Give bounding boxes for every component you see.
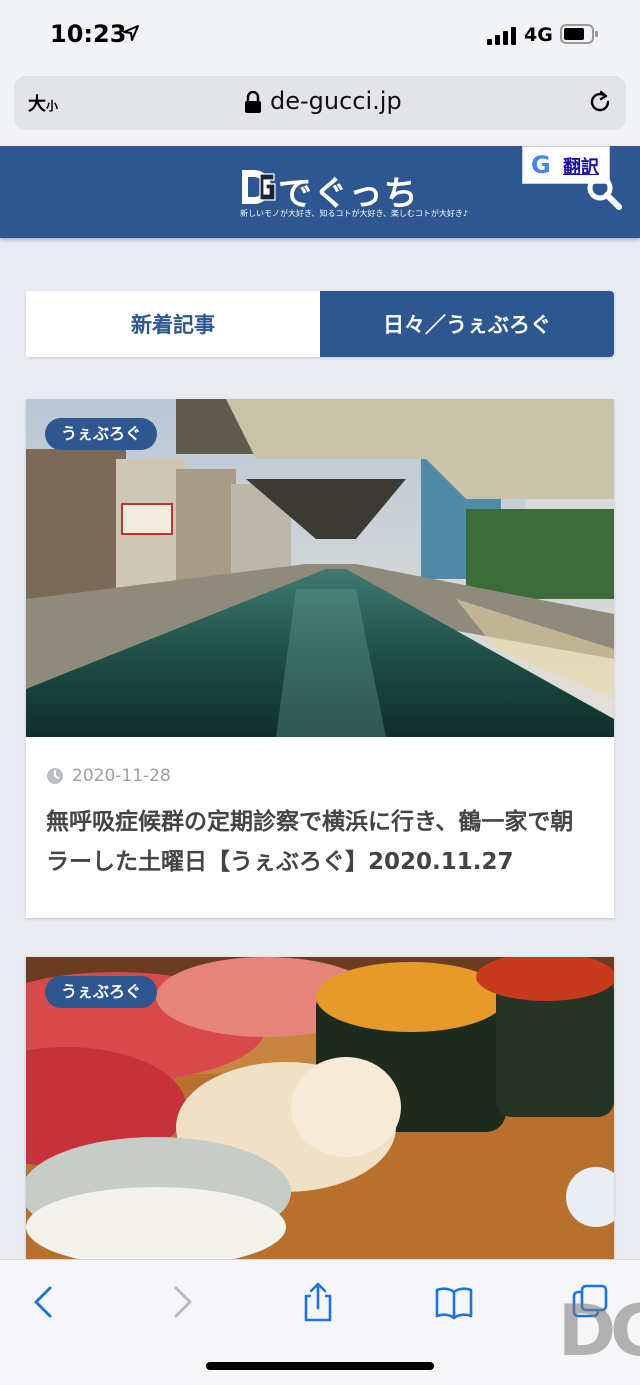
- article-title[interactable]: 無呼吸症候群の定期診察で横浜に行き、鶴一家で朝ラーした土曜日【うぇぶろぐ】202…: [46, 802, 594, 882]
- home-indicator[interactable]: [206, 1362, 434, 1370]
- text-size-large-label: 大: [28, 94, 46, 115]
- category-badge[interactable]: うぇぶろぐ: [45, 418, 158, 450]
- tab-daily-weblog[interactable]: 日々／うぇぶろぐ: [320, 291, 614, 357]
- article-date: 2020-11-28: [72, 766, 171, 786]
- site-header: でぐっち 新しいモノが大好き、知るコトが大好き、楽しむコトが大好き♪ G 翻訳: [0, 146, 640, 238]
- location-arrow-icon: [123, 25, 139, 41]
- text-size-button[interactable]: 大小: [28, 90, 58, 116]
- site-watermark-logo: DG: [558, 1290, 640, 1372]
- url-domain[interactable]: de-gucci.jp: [270, 87, 402, 115]
- category-tabs: 新着記事 日々／うぇぶろぐ: [26, 291, 614, 357]
- network-type: 4G: [524, 24, 553, 46]
- share-icon[interactable]: [298, 1282, 338, 1322]
- search-icon[interactable]: [586, 174, 622, 210]
- bookmarks-icon[interactable]: [434, 1282, 474, 1322]
- browser-address-area: 大小 de-gucci.jp: [0, 70, 640, 146]
- article-card[interactable]: うぇぶろぐ 2020-11-28 無呼吸症候群の定期診察で横浜に行き、鶴一家で朝…: [26, 399, 614, 918]
- category-badge[interactable]: うぇぶろぐ: [45, 976, 158, 1008]
- reload-icon[interactable]: [586, 88, 614, 116]
- status-bar: 10:23 4G: [0, 0, 640, 70]
- address-bar[interactable]: 大小 de-gucci.jp: [14, 76, 626, 130]
- lock-icon: [245, 91, 261, 113]
- cellular-signal-icon: [487, 27, 516, 45]
- article-date-row: 2020-11-28: [46, 764, 171, 788]
- forward-icon[interactable]: [162, 1282, 202, 1322]
- google-g-icon: G: [531, 151, 551, 179]
- battery-icon: [560, 24, 598, 44]
- text-size-small-label: 小: [46, 99, 59, 113]
- tab-new-articles[interactable]: 新着記事: [26, 291, 320, 357]
- status-time: 10:23: [50, 20, 127, 48]
- article-card[interactable]: うぇぶろぐ: [26, 957, 614, 1277]
- back-icon[interactable]: [24, 1282, 64, 1322]
- clock-icon: [47, 768, 63, 784]
- site-tagline: 新しいモノが大好き、知るコトが大好き、楽しむコトが大好き♪: [240, 209, 468, 218]
- site-logo-mark[interactable]: [240, 168, 276, 206]
